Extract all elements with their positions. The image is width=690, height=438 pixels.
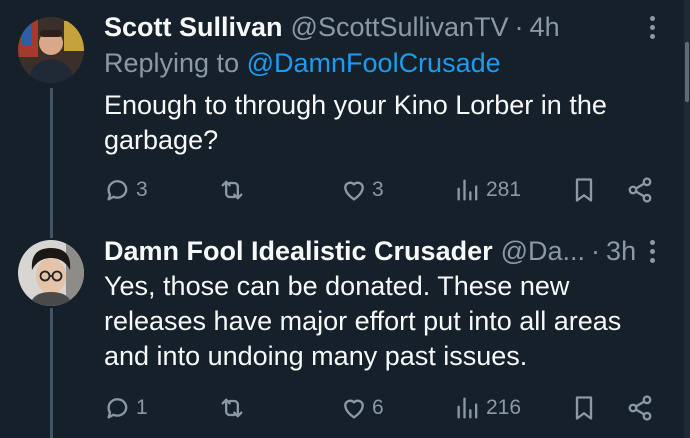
tweet-text-line: Yes, those can be donated. These new xyxy=(104,271,570,301)
like-button[interactable]: 3 xyxy=(340,172,384,208)
heart-icon xyxy=(344,181,364,201)
author-name[interactable]: Damn Fool Idealistic Crusader xyxy=(104,236,493,267)
reply-count: 1 xyxy=(136,396,148,419)
tweet-text-line: and into undoing many past issues. xyxy=(104,341,528,371)
bar-chart-views-icon xyxy=(457,397,478,419)
bookmark-button[interactable] xyxy=(570,172,598,208)
reply-button[interactable]: 1 xyxy=(104,390,148,426)
share-button[interactable] xyxy=(626,390,654,426)
retweet-button[interactable] xyxy=(218,172,250,208)
separator-dot: · xyxy=(591,235,601,266)
more-vertical-icon[interactable] xyxy=(640,15,664,39)
tweet-header: Scott Sullivan @ScottSullivanTV · 4h xyxy=(104,9,664,45)
tweet-damn-fool-idealistic-crusader[interactable]: Damn Fool Idealistic Crusader @Da... · 3… xyxy=(0,222,684,438)
tweet-scott-sullivan[interactable]: Scott Sullivan @ScottSullivanTV · 4h Rep… xyxy=(0,0,684,222)
action-bar: 1 6 216 xyxy=(104,390,664,426)
reply-button[interactable]: 3 xyxy=(104,172,148,208)
author-name[interactable]: Scott Sullivan xyxy=(104,12,283,43)
share-button[interactable] xyxy=(626,172,654,208)
more-vertical-icon[interactable] xyxy=(640,239,664,263)
reply-bubble-icon xyxy=(107,398,128,419)
tweet-text-line: Enough to through your Kino Lorber in th… xyxy=(104,90,607,120)
bar-chart-views-icon xyxy=(457,179,478,201)
replying-mention-link[interactable]: @DamnFoolCrusade xyxy=(247,48,501,78)
tweet-header: Damn Fool Idealistic Crusader @Da... · 3… xyxy=(104,233,664,269)
reply-count: 3 xyxy=(136,178,148,201)
share-icon xyxy=(628,395,652,421)
views-button[interactable]: 281 xyxy=(454,172,521,208)
tweet-text: Enough to through your Kino Lorber in th… xyxy=(104,88,644,158)
author-handle[interactable]: @Da... xyxy=(501,236,585,267)
tweet-text: Yes, those can be donated. These new rel… xyxy=(104,269,644,374)
tweet-text-line: garbage? xyxy=(104,125,219,155)
scrollbar[interactable] xyxy=(684,0,690,438)
scrollbar-thumb[interactable] xyxy=(685,42,689,102)
bookmark-button[interactable] xyxy=(570,390,598,426)
timestamp[interactable]: 4h xyxy=(530,12,560,43)
tweet-text-line: releases have major effort put into all … xyxy=(104,306,622,336)
like-button[interactable]: 6 xyxy=(340,390,384,426)
reply-bubble-icon xyxy=(107,180,128,201)
avatar[interactable] xyxy=(18,240,84,306)
timestamp[interactable]: 3h xyxy=(606,236,636,267)
heart-icon xyxy=(344,399,364,419)
bookmark-icon xyxy=(575,396,593,420)
action-bar: 3 3 281 xyxy=(104,172,664,208)
views-button[interactable]: 216 xyxy=(454,390,521,426)
author-handle[interactable]: @ScottSullivanTV xyxy=(291,12,509,43)
like-count: 3 xyxy=(372,178,384,201)
share-icon xyxy=(628,177,652,203)
bookmark-icon xyxy=(575,178,593,202)
views-count: 281 xyxy=(486,178,522,201)
retweet-icon xyxy=(221,398,243,418)
like-count: 6 xyxy=(372,396,384,419)
retweet-icon xyxy=(221,180,243,200)
replying-prefix: Replying to xyxy=(104,48,240,78)
retweet-button[interactable] xyxy=(218,390,250,426)
views-count: 216 xyxy=(486,396,522,419)
replying-to: Replying to @DamnFoolCrusade xyxy=(104,48,501,79)
avatar[interactable] xyxy=(18,17,84,83)
separator-dot: · xyxy=(514,11,524,42)
